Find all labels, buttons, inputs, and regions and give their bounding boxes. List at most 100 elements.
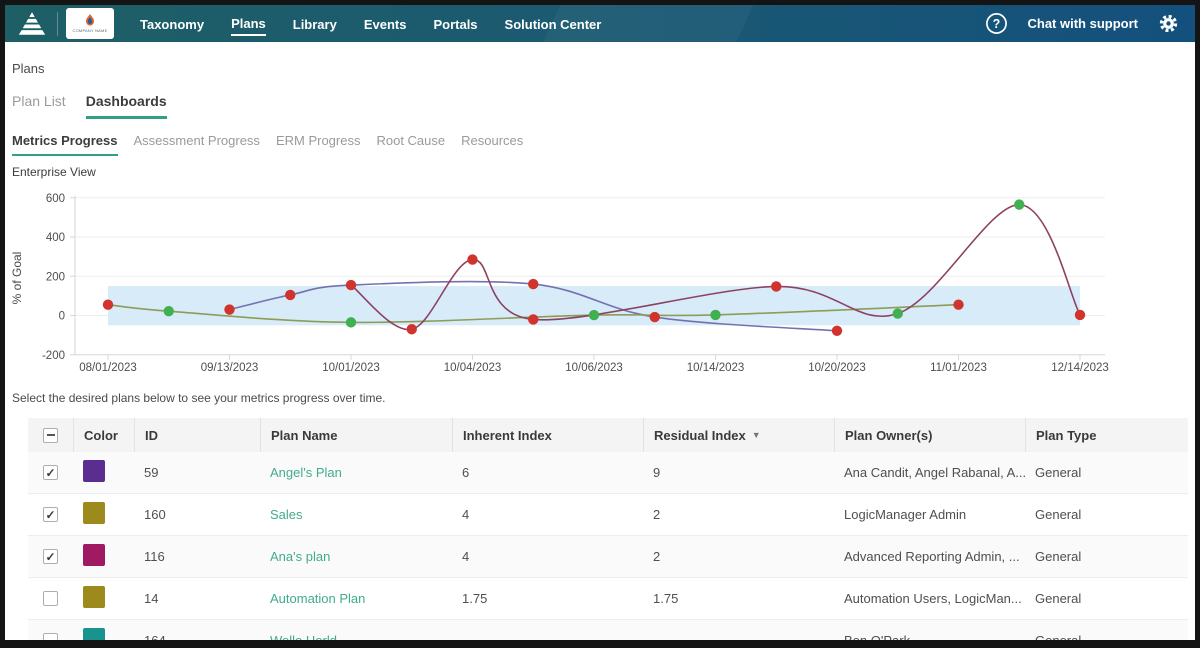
data-point [710, 310, 720, 320]
data-point [771, 281, 781, 291]
column-header-plan-owners[interactable]: Plan Owner(s) [834, 418, 1025, 452]
residual-index-value: 2 [643, 507, 834, 522]
column-header-color[interactable]: Color [73, 418, 134, 452]
data-point [1075, 310, 1085, 320]
table-row: 14Automation Plan1.751.75Automation User… [28, 578, 1188, 620]
row-checkbox[interactable] [43, 591, 58, 606]
svg-text:10/14/2023: 10/14/2023 [687, 362, 745, 374]
svg-text:11/01/2023: 11/01/2023 [930, 362, 987, 374]
svg-text:400: 400 [46, 232, 65, 244]
row-checkbox[interactable]: ✓ [43, 549, 58, 564]
plan-name-link[interactable]: Angel's Plan [260, 465, 452, 480]
column-header-plan-name[interactable]: Plan Name [260, 418, 452, 452]
inherent-index-value: 1.75 [452, 591, 643, 606]
plan-name-link[interactable]: Automation Plan [260, 591, 452, 606]
data-point [1014, 199, 1024, 209]
residual-index-value: 9 [643, 465, 834, 480]
company-logo[interactable]: COMPANY NAME [66, 8, 114, 39]
sort-descending-icon: ▼ [752, 430, 761, 440]
plan-type-value: General [1025, 549, 1188, 564]
logicmanager-logo-icon[interactable] [17, 10, 47, 37]
select-all-checkbox[interactable] [28, 418, 73, 452]
plan-type-value: General [1025, 591, 1188, 606]
subtab-root-cause[interactable]: Root Cause [376, 133, 445, 156]
svg-text:08/01/2023: 08/01/2023 [79, 362, 137, 374]
svg-text:09/13/2023: 09/13/2023 [201, 362, 259, 374]
plan-owners-value: Automation Users, LogicMan... [834, 591, 1025, 606]
select-plans-hint: Select the desired plans below to see yo… [12, 391, 386, 405]
plan-name-link[interactable]: Wello Horld [260, 633, 452, 648]
inherent-index-value: 4 [452, 549, 643, 564]
data-point [164, 306, 174, 316]
data-point [103, 300, 113, 310]
column-header-inherent-index[interactable]: Inherent Index [452, 418, 643, 452]
table-header-row: Color ID Plan Name Inherent Index Residu… [28, 418, 1188, 452]
plan-id: 164 [134, 633, 260, 648]
column-header-id[interactable]: ID [134, 418, 260, 452]
metrics-progress-chart: 6004002000-20008/01/202309/13/202310/01/… [5, 183, 1195, 385]
gear-icon[interactable] [1158, 13, 1179, 34]
tab-dashboards[interactable]: Dashboards [86, 93, 167, 119]
subtab-assessment-progress[interactable]: Assessment Progress [134, 133, 260, 156]
plan-owners-value: LogicManager Admin [834, 507, 1025, 522]
subtab-metrics-progress[interactable]: Metrics Progress [12, 133, 118, 156]
row-checkbox[interactable]: ✓ [43, 465, 58, 480]
table-row: ✓160Sales42LogicManager AdminGeneral [28, 494, 1188, 536]
table-row: 164Wello Horld Ben O'ParkGeneral [28, 620, 1188, 648]
subtab-resources[interactable]: Resources [461, 133, 523, 156]
plan-name-link[interactable]: Sales [260, 507, 452, 522]
residual-index-value: 2 [643, 549, 834, 564]
plan-owners-value: Ana Candit, Angel Rabanal, A... [834, 465, 1025, 480]
data-point [224, 304, 234, 314]
data-point [528, 279, 538, 289]
residual-index-label: Residual Index [654, 428, 746, 443]
data-point [346, 317, 356, 327]
plan-color-swatch [83, 544, 105, 566]
data-point [407, 324, 417, 334]
svg-text:10/20/2023: 10/20/2023 [808, 362, 866, 374]
plan-owners-value: Ben O'Park [834, 633, 1025, 648]
nav-item-library[interactable]: Library [293, 13, 337, 35]
data-point [467, 254, 477, 264]
svg-text:200: 200 [46, 271, 65, 283]
nav-item-portals[interactable]: Portals [433, 13, 477, 35]
nav-divider [57, 12, 58, 36]
nav-item-plans[interactable]: Plans [231, 12, 266, 36]
plan-color-swatch [83, 586, 105, 608]
nav-item-solution-center[interactable]: Solution Center [505, 13, 602, 35]
chat-with-support-link[interactable]: Chat with support [1028, 16, 1139, 31]
plan-type-value: General [1025, 633, 1188, 648]
column-header-plan-type[interactable]: Plan Type [1025, 418, 1188, 452]
plan-color-swatch [83, 502, 105, 524]
company-name-label: COMPANY NAME [73, 28, 108, 33]
svg-text:10/06/2023: 10/06/2023 [565, 362, 623, 374]
svg-text:0: 0 [59, 311, 65, 323]
plan-id: 160 [134, 507, 260, 522]
main-menu: Taxonomy Plans Library Events Portals So… [140, 12, 601, 36]
svg-text:10/01/2023: 10/01/2023 [322, 362, 380, 374]
plan-type-value: General [1025, 465, 1188, 480]
column-header-residual-index[interactable]: Residual Index ▼ [643, 418, 834, 452]
plan-type-value: General [1025, 507, 1188, 522]
svg-text:?: ? [992, 17, 1000, 31]
row-checkbox[interactable]: ✓ [43, 507, 58, 522]
flame-icon [84, 14, 96, 27]
dashboard-subtab-bar: Metrics Progress Assessment Progress ERM… [12, 133, 523, 156]
plan-id: 116 [134, 549, 260, 564]
table-row: ✓116Ana's plan42Advanced Reporting Admin… [28, 536, 1188, 578]
svg-text:10/04/2023: 10/04/2023 [444, 362, 502, 374]
tab-plan-list[interactable]: Plan List [12, 93, 66, 119]
plan-name-link[interactable]: Ana's plan [260, 549, 452, 564]
data-point [832, 326, 842, 336]
table-body: ✓59Angel's Plan69Ana Candit, Angel Raban… [28, 452, 1188, 648]
subtab-erm-progress[interactable]: ERM Progress [276, 133, 361, 156]
top-navbar: COMPANY NAME Taxonomy Plans Library Even… [5, 5, 1195, 42]
nav-item-taxonomy[interactable]: Taxonomy [140, 13, 204, 35]
nav-item-events[interactable]: Events [364, 13, 407, 35]
help-icon[interactable]: ? [985, 12, 1008, 35]
data-point [285, 290, 295, 300]
row-checkbox[interactable] [43, 633, 58, 648]
enterprise-view-label: Enterprise View [12, 165, 96, 179]
data-point [346, 280, 356, 290]
inherent-index-value: 6 [452, 465, 643, 480]
